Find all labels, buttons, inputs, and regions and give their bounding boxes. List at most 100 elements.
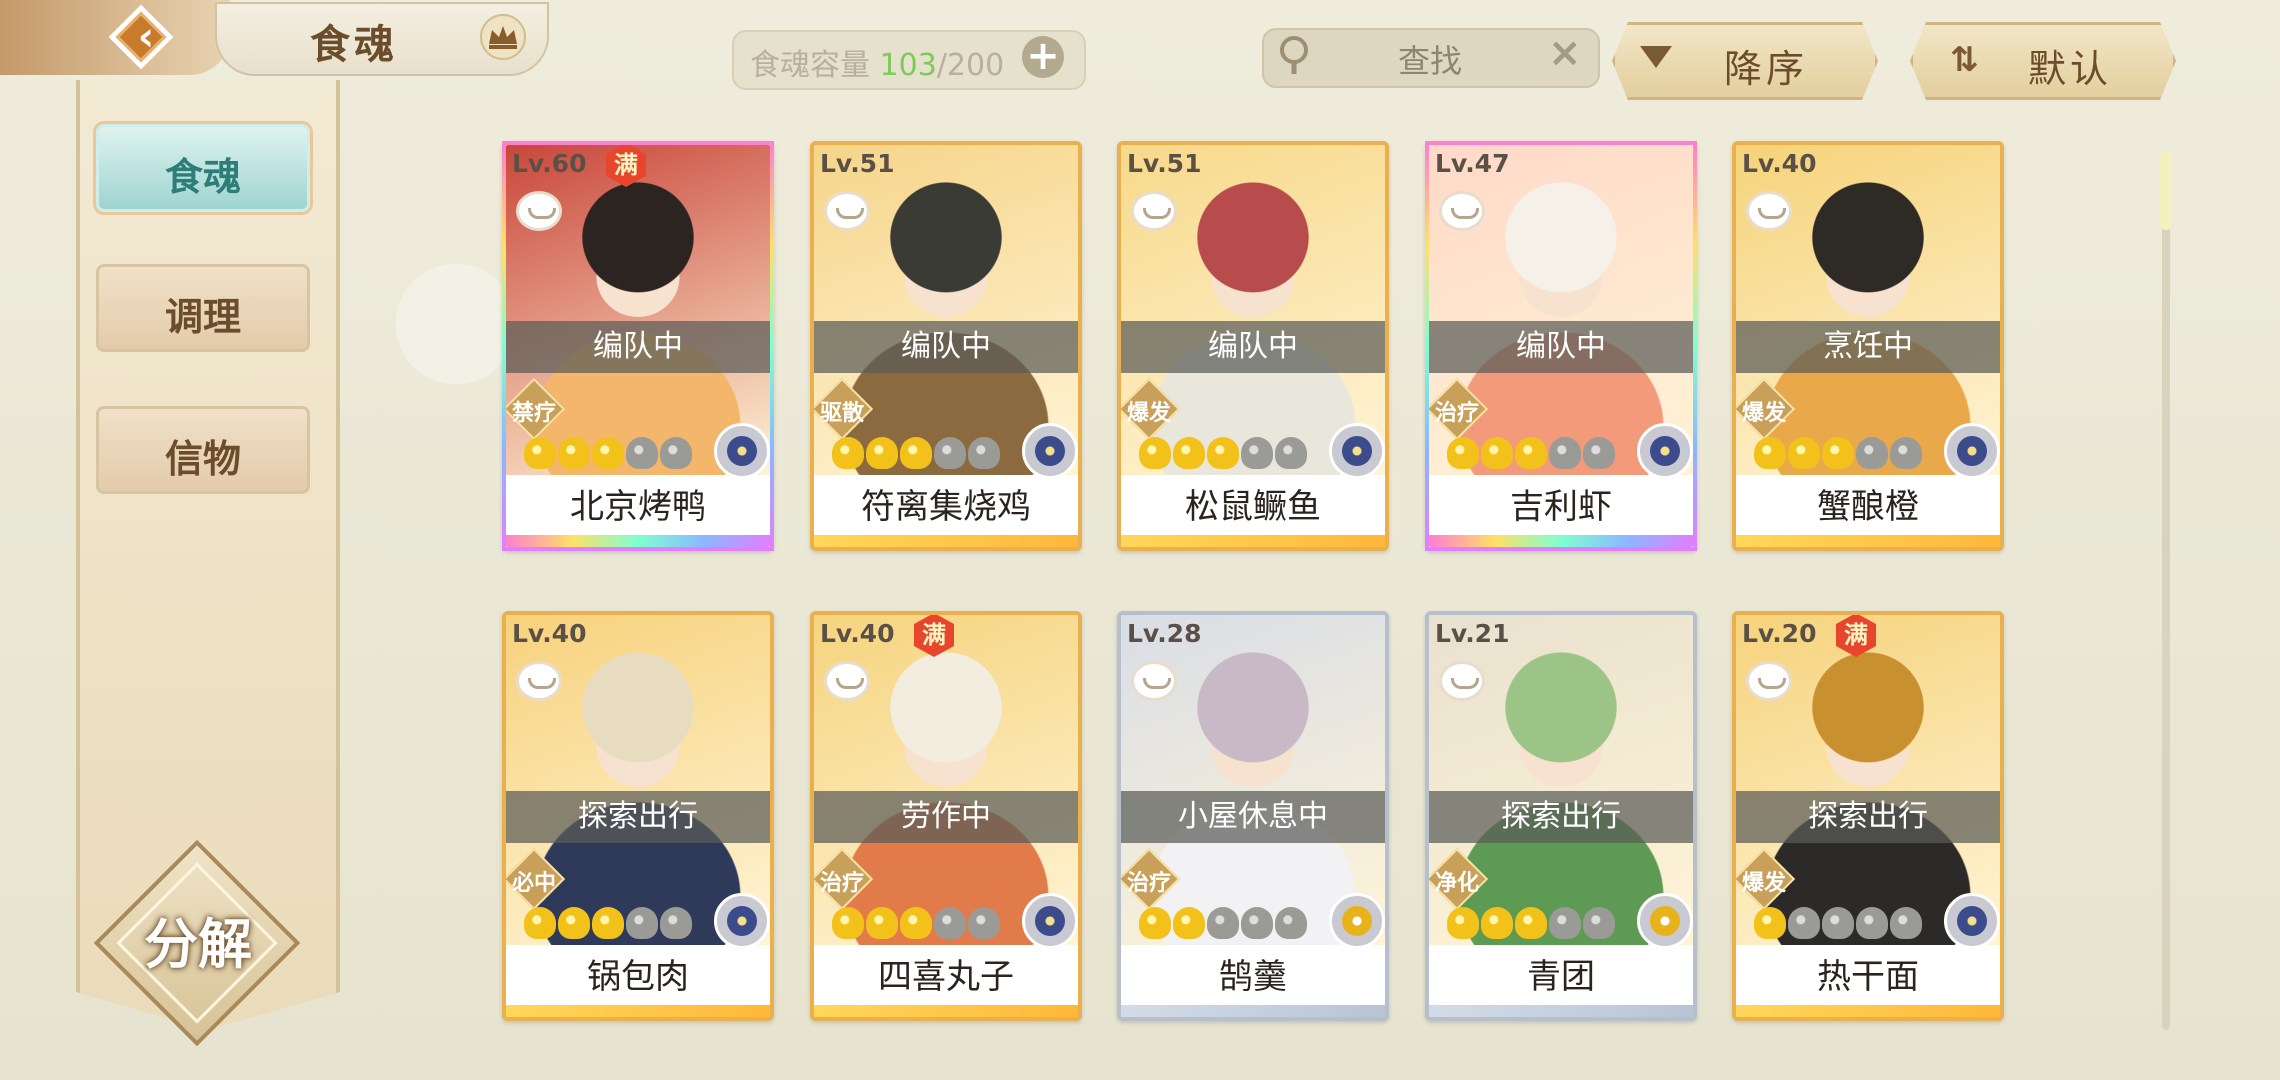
- bowl-icon: [1439, 191, 1485, 231]
- status-label: 探索出行: [1736, 791, 2000, 843]
- card-frame-bottom: [506, 1005, 770, 1017]
- role-label: 爆发: [1741, 401, 1786, 426]
- level-label: Lv.47: [1435, 149, 1510, 178]
- food-soul-card[interactable]: Lv.47 编队中 治疗 吉利虾: [1425, 141, 1697, 551]
- capacity-current: 103: [879, 48, 937, 83]
- role-label: 禁疗: [511, 401, 556, 426]
- flame-icon: [866, 907, 898, 939]
- card-frame-bottom: [814, 1005, 1078, 1017]
- capacity-max: /200: [936, 48, 1005, 83]
- decompose-label[interactable]: 分解: [108, 900, 288, 979]
- status-label: 探索出行: [506, 791, 770, 843]
- role-badge: 治疗: [1429, 377, 1489, 441]
- flame-icon: [900, 437, 932, 469]
- food-soul-name: 热干面: [1817, 957, 1919, 997]
- flame-icon: [1890, 437, 1922, 469]
- bowl-icon: [516, 661, 562, 701]
- flame-icon: [1139, 437, 1171, 469]
- status-label: 编队中: [1121, 321, 1385, 373]
- role-badge: 净化: [1429, 847, 1489, 911]
- flame-icon: [524, 907, 556, 939]
- flame-icon: [1822, 437, 1854, 469]
- role-label: 治疗: [1434, 401, 1479, 426]
- flame-icon: [934, 437, 966, 469]
- page-title: 食魂: [310, 21, 398, 68]
- tab-cooking-label: 调理: [164, 294, 241, 339]
- food-soul-name: 吉利虾: [1510, 487, 1612, 527]
- scrollbar-track[interactable]: [2162, 150, 2170, 1030]
- flame-icon: [1481, 907, 1513, 939]
- card-frame-bottom: [1121, 1005, 1385, 1017]
- food-soul-card[interactable]: Lv.51 编队中 驱散 符离集烧鸡: [810, 141, 1082, 551]
- food-soul-card[interactable]: Lv.28 小屋休息中 治疗 鹄羹: [1117, 611, 1389, 1021]
- food-soul-card[interactable]: Lv.21 探索出行 净化 青团: [1425, 611, 1697, 1021]
- scrollbar-thumb[interactable]: [2160, 150, 2172, 230]
- flower-icon: [1022, 893, 1078, 949]
- food-soul-card[interactable]: Lv.40 满劳作中 治疗 四喜丸子: [810, 611, 1082, 1021]
- bowl-icon: [516, 191, 562, 231]
- card-frame-bottom: [1736, 1005, 2000, 1017]
- flame-icon: [592, 437, 624, 469]
- flame-icon: [1583, 907, 1615, 939]
- bowl-icon: [824, 661, 870, 701]
- flame-icon: [1275, 437, 1307, 469]
- food-soul-name: 四喜丸子: [878, 957, 1014, 997]
- level-label: Lv.28: [1127, 619, 1202, 648]
- flame-icon: [1788, 437, 1820, 469]
- flame-icon: [900, 907, 932, 939]
- role-label: 净化: [1434, 871, 1479, 896]
- add-capacity-button[interactable]: +: [1022, 36, 1064, 78]
- flame-icon: [1207, 907, 1239, 939]
- back-arrow-icon[interactable]: ‹: [126, 12, 166, 62]
- role-badge: 爆发: [1121, 377, 1181, 441]
- role-badge: 必中: [506, 847, 566, 911]
- close-icon[interactable]: ×: [1548, 30, 1582, 76]
- star-rank: [1754, 907, 1922, 943]
- flame-icon: [1890, 907, 1922, 939]
- food-soul-name: 蟹酿橙: [1817, 487, 1919, 527]
- flame-icon: [1173, 437, 1205, 469]
- flower-icon: [1329, 893, 1385, 949]
- tab-food-souls-label: 食魂: [164, 154, 241, 199]
- flame-icon: [1549, 907, 1581, 939]
- flame-icon: [832, 437, 864, 469]
- star-rank: [1139, 437, 1307, 473]
- food-soul-card[interactable]: Lv.40 探索出行 必中 锅包肉: [502, 611, 774, 1021]
- star-rank: [1447, 437, 1615, 473]
- status-label: 编队中: [506, 321, 770, 373]
- card-frame-bottom: [1429, 1005, 1693, 1017]
- bowl-icon: [824, 191, 870, 231]
- search-label[interactable]: 查找: [1398, 36, 1462, 82]
- flame-icon: [1822, 907, 1854, 939]
- crown-icon[interactable]: [478, 14, 528, 60]
- bowl-icon: [1746, 661, 1792, 701]
- role-label: 必中: [511, 871, 556, 896]
- food-soul-card[interactable]: Lv.20 满探索出行 爆发 热干面: [1732, 611, 2004, 1021]
- status-label: 劳作中: [814, 791, 1078, 843]
- food-soul-card[interactable]: Lv.60 满编队中 禁疗 北京烤鸭: [502, 141, 774, 551]
- chevron-down-icon: [1640, 46, 1672, 68]
- role-label: 治疗: [819, 871, 864, 896]
- flame-icon: [1447, 907, 1479, 939]
- status-label: 探索出行: [1429, 791, 1693, 843]
- flame-icon: [1481, 437, 1513, 469]
- flame-icon: [558, 907, 590, 939]
- star-rank: [524, 907, 692, 943]
- role-label: 爆发: [1741, 871, 1786, 896]
- flame-icon: [1754, 907, 1786, 939]
- flame-icon: [1788, 907, 1820, 939]
- level-label: Lv.51: [820, 149, 895, 178]
- star-rank: [1754, 437, 1922, 473]
- flower-icon: [1944, 423, 2000, 479]
- food-soul-card[interactable]: Lv.40 烹饪中 爆发 蟹酿橙: [1732, 141, 2004, 551]
- food-soul-card[interactable]: Lv.51 编队中 爆发 松鼠鳜鱼: [1117, 141, 1389, 551]
- flame-icon: [832, 907, 864, 939]
- bowl-icon: [1746, 191, 1792, 231]
- status-label: 小屋休息中: [1121, 791, 1385, 843]
- star-rank: [832, 907, 1000, 943]
- flame-icon: [1275, 907, 1307, 939]
- sort-order-label: 降序: [1724, 47, 1809, 91]
- swap-icon: ⇅: [1950, 40, 1979, 80]
- sort-mode-label: 默认: [2028, 47, 2113, 91]
- flower-icon: [1329, 423, 1385, 479]
